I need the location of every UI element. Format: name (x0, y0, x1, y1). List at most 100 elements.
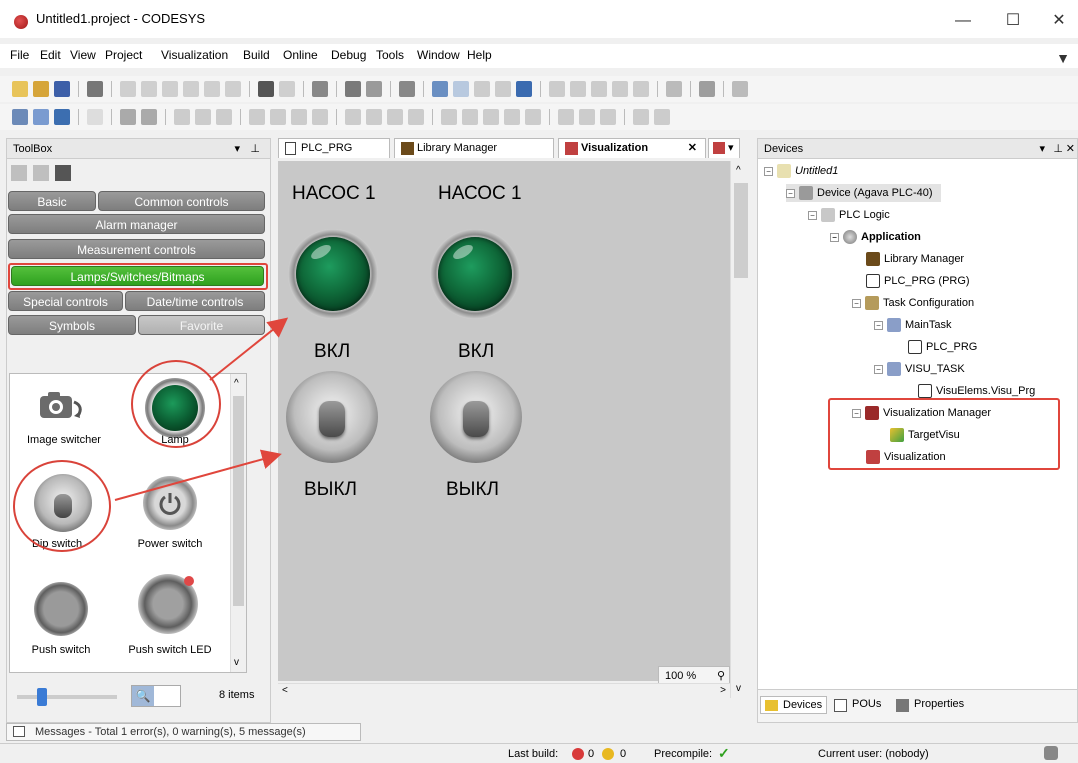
minimize-button[interactable]: — (944, 6, 982, 36)
distribute-h-icon[interactable] (345, 109, 361, 125)
lamp-element-1[interactable] (288, 229, 378, 319)
menu-debug[interactable]: Debug (331, 48, 366, 62)
print-icon[interactable] (87, 81, 103, 97)
close-button[interactable]: ✕ (1040, 6, 1078, 36)
frame-icon[interactable] (87, 109, 103, 125)
copy-icon[interactable] (183, 81, 199, 97)
tree-maintask[interactable]: − MainTask (874, 316, 951, 334)
copy-format-icon[interactable] (558, 109, 574, 125)
order-back-icon[interactable] (462, 109, 478, 125)
dip-switch-element-2[interactable] (430, 371, 522, 463)
add-folder-icon[interactable] (366, 81, 382, 97)
snap-icon[interactable] (654, 109, 670, 125)
devices-pin-icon[interactable]: ⊥ (1053, 139, 1063, 159)
toolbox-view-icons-icon[interactable] (33, 165, 49, 181)
tree-plc-prg[interactable]: PLC_PRG (PRG) (866, 272, 970, 290)
align-right-icon[interactable] (216, 109, 232, 125)
step-over-icon[interactable] (549, 81, 565, 97)
size-icon[interactable] (600, 109, 616, 125)
tab-overflow[interactable]: ▾ (708, 138, 740, 158)
toolbox-items-scrollbar[interactable]: ^ v (230, 374, 246, 672)
close-tab-icon[interactable]: ✕ (688, 139, 697, 157)
bring-forward-icon[interactable] (525, 109, 541, 125)
find-icon[interactable] (258, 81, 274, 97)
order-up-icon[interactable] (483, 109, 499, 125)
visu-interface-icon[interactable] (54, 109, 70, 125)
run-to-cursor-icon[interactable] (612, 81, 628, 97)
menu-tools[interactable]: Tools (376, 48, 404, 62)
filter-icon[interactable]: ▼ (1056, 50, 1070, 66)
category-datetime-controls[interactable]: Date/time controls (125, 291, 265, 311)
editor-vertical-scrollbar[interactable]: ^ v (730, 161, 750, 698)
select-all-icon[interactable] (312, 81, 328, 97)
tab-plc-prg[interactable]: PLC_PRG (278, 138, 390, 158)
show-next-icon[interactable] (666, 81, 682, 97)
visu-preview-icon[interactable] (33, 109, 49, 125)
menu-project[interactable]: Project (105, 48, 142, 62)
push-switch-icon[interactable] (34, 582, 88, 636)
power-switch-icon[interactable] (143, 476, 197, 530)
tree-visu-task[interactable]: − VISU_TASK (874, 360, 965, 378)
login-icon[interactable] (432, 81, 448, 97)
align-top-icon[interactable] (249, 109, 265, 125)
shield-icon[interactable] (1044, 746, 1058, 760)
menu-visualization[interactable]: Visualization (161, 48, 228, 62)
visu-element-list-icon[interactable] (12, 109, 28, 125)
toolbox-search-field[interactable]: 🔍 (131, 685, 181, 707)
search-icon[interactable]: 🔍 (132, 686, 154, 706)
lamp-element-2[interactable] (430, 229, 520, 319)
logout-icon[interactable] (453, 81, 469, 97)
category-favorite[interactable]: Favorite (138, 315, 265, 335)
step-into-icon[interactable] (570, 81, 586, 97)
ungroup-icon[interactable] (141, 109, 157, 125)
menu-build[interactable]: Build (243, 48, 270, 62)
item-label-push-switch[interactable]: Push switch (16, 644, 106, 656)
tree-plc-logic[interactable]: − PLC Logic (808, 206, 890, 224)
category-common-controls[interactable]: Common controls (98, 191, 265, 211)
paste-icon[interactable] (204, 81, 220, 97)
item-label-image-switcher[interactable]: Image switcher (14, 434, 114, 446)
tree-maintask-plc-prg[interactable]: PLC_PRG (908, 338, 977, 356)
distribute-v-icon[interactable] (366, 109, 382, 125)
category-measurement-controls[interactable]: Measurement controls (8, 239, 265, 259)
push-switch-led-icon[interactable] (138, 574, 198, 634)
toolbox-pointer-icon[interactable] (55, 165, 71, 181)
open-project-icon[interactable] (33, 81, 49, 97)
cut-icon[interactable] (162, 81, 178, 97)
tree-task-configuration[interactable]: − Task Configuration (852, 294, 974, 312)
same-size-icon[interactable] (312, 109, 328, 125)
category-symbols[interactable]: Symbols (8, 315, 136, 335)
toolbox-dropdown-icon[interactable]: ▾ (234, 139, 240, 159)
tree-project[interactable]: − Untitled1 (764, 162, 838, 180)
item-label-power-switch[interactable]: Power switch (125, 538, 215, 550)
step-out-icon[interactable] (591, 81, 607, 97)
bottom-tab-properties[interactable]: Properties (892, 696, 968, 712)
menu-help[interactable]: Help (467, 48, 492, 62)
space-v-icon[interactable] (408, 109, 424, 125)
grid-icon[interactable] (633, 109, 649, 125)
menu-online[interactable]: Online (283, 48, 318, 62)
menu-window[interactable]: Window (417, 48, 460, 62)
toolbox-view-list-icon[interactable] (11, 165, 27, 181)
image-switcher-icon[interactable] (34, 384, 90, 424)
space-h-icon[interactable] (387, 109, 403, 125)
save-icon[interactable] (54, 81, 70, 97)
messages-bar[interactable]: Messages - Total 1 error(s), 0 warning(s… (6, 723, 361, 741)
menu-edit[interactable]: Edit (40, 48, 61, 62)
icon-size-slider-thumb[interactable] (37, 688, 47, 706)
align-center-icon[interactable] (195, 109, 211, 125)
devices-dropdown-icon[interactable]: ▾ (1039, 139, 1045, 159)
build-icon[interactable] (399, 81, 415, 97)
align-middle-icon[interactable] (270, 109, 286, 125)
bottom-tab-pous[interactable]: POUs (830, 696, 885, 712)
tree-device[interactable]: − Device (Agava PLC-40) (786, 184, 941, 202)
align-left-icon[interactable] (174, 109, 190, 125)
tab-visualization[interactable]: Visualization ✕ (558, 138, 706, 158)
reset-icon[interactable] (516, 81, 532, 97)
tab-library-manager[interactable]: Library Manager (394, 138, 554, 158)
new-project-icon[interactable] (12, 81, 28, 97)
undo-icon[interactable] (120, 81, 136, 97)
breakpoint-icon[interactable] (633, 81, 649, 97)
order-down-icon[interactable] (504, 109, 520, 125)
start-icon[interactable] (474, 81, 490, 97)
